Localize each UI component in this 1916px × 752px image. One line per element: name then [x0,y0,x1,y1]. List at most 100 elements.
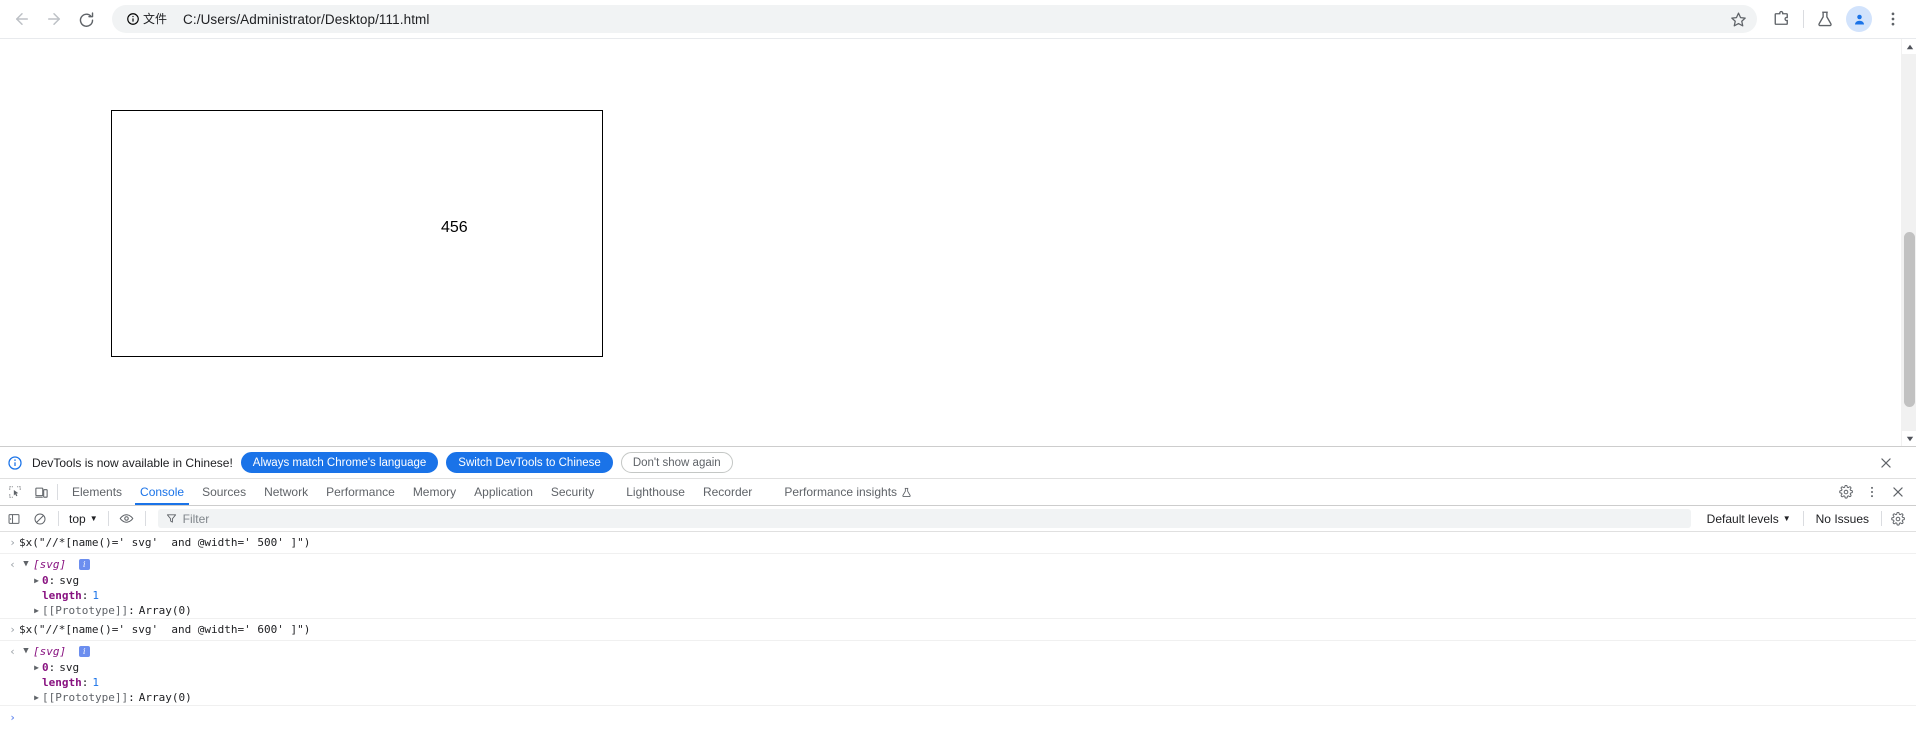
result-label: [svg] [33,558,67,571]
tab-application[interactable]: Application [465,479,542,505]
tab-network[interactable]: Network [255,479,317,505]
property-colon: : [128,604,135,617]
property-colon: : [81,589,89,602]
context-label: top [69,511,86,526]
result-label: [svg] [33,645,67,658]
tab-memory[interactable]: Memory [404,479,465,505]
toolbar-divider [1803,10,1804,28]
info-badge-icon[interactable]: i [78,646,90,657]
console-command-row[interactable]: › $x("//*[name()=' svg' and @width=' 500… [0,532,1916,554]
page-viewport: 456 [0,39,1901,446]
toolbar-divider [144,511,146,526]
scroll-up-button[interactable] [1902,39,1916,54]
property-key: [[Prototype]] [42,604,129,617]
devtools-tab-bar: Elements Console Sources Network Perform… [0,479,1916,506]
extensions-button[interactable] [1765,2,1799,36]
levels-label: Default levels [1706,511,1779,526]
tab-label: Console [140,485,185,499]
close-notice-button[interactable] [1874,451,1898,475]
triangle-up-icon [1906,44,1913,49]
property-key: 0 [42,661,49,674]
address-bar[interactable]: 文件 C:/Users/Administrator/Desktop/111.ht… [112,5,1757,33]
tabbar-divider [57,484,58,500]
console-property-row[interactable]: ▶ [[Prototype]] : Array(0) [0,603,1916,618]
close-devtools-button[interactable] [1886,480,1910,504]
console-sidebar-button[interactable] [2,508,26,530]
info-circle-icon [6,454,24,472]
prompt-arrow-icon: › [9,711,16,724]
console-filter-input[interactable]: Filter [157,509,1691,528]
expand-toggle-icon[interactable]: ▶ [31,660,42,675]
toolbar-divider [107,511,109,526]
close-icon [1881,457,1891,468]
device-toolbar-icon [34,487,48,498]
expand-toggle-icon[interactable]: ▶ [31,603,42,618]
live-expression-icon [119,514,134,523]
log-levels-selector[interactable]: Default levels ▼ [1699,512,1799,526]
tab-performance-insights[interactable]: Performance insights [775,479,921,505]
console-property-row[interactable]: ▶ [[Prototype]] : Array(0) [0,690,1916,705]
live-expression-button[interactable] [115,508,139,530]
console-settings-button[interactable] [1886,508,1910,530]
console-toolbar: top ▼ Filter Default levels ▼ No Issues [0,506,1916,532]
toolbar-divider [58,511,59,526]
property-colon: : [81,676,89,689]
always-match-language-button[interactable]: Always match Chrome's language [240,452,439,473]
tab-label: Lighthouse [626,485,685,499]
devtools-panel: DevTools is now available in Chinese! Al… [0,446,1916,752]
scrollbar-track[interactable] [1902,54,1916,431]
inspect-element-button[interactable] [2,479,28,505]
profile-avatar-icon [1854,14,1864,24]
tab-performance[interactable]: Performance [317,479,404,505]
page-scrollbar[interactable] [1901,39,1916,446]
execution-context-selector[interactable]: top ▼ [65,509,102,529]
property-value: Array(0) [138,604,192,617]
console-prompt[interactable]: › [0,706,1916,729]
tab-elements[interactable]: Elements [63,479,131,505]
console-entry: › $x("//*[name()=' svg' and @width=' 600… [0,619,1916,706]
issues-label: No Issues [1815,511,1869,526]
console-property-row[interactable]: ▶ 0 : svg [0,573,1916,588]
inspect-element-icon [9,486,21,498]
expand-toggle-icon[interactable]: ▼ [19,557,33,572]
property-colon: : [48,574,56,587]
switch-to-chinese-button[interactable]: Switch DevTools to Chinese [446,452,613,473]
filter-icon [166,514,176,523]
console-property-row[interactable]: ▶ 0 : svg [0,660,1916,675]
expand-toggle-icon[interactable]: ▼ [19,644,33,659]
scrollbar-thumb[interactable] [1904,232,1915,407]
scroll-down-button[interactable] [1902,431,1916,446]
expand-toggle-icon[interactable]: ▶ [31,573,42,588]
site-info-chip[interactable]: 文件 [122,8,175,30]
svg-element-box: 456 [111,110,603,357]
chevron-down-icon: ▼ [89,514,98,523]
browser-toolbar: 文件 C:/Users/Administrator/Desktop/111.ht… [0,0,1916,39]
dont-show-again-button[interactable]: Don't show again [620,452,733,473]
reload-button[interactable] [70,3,102,35]
info-circle-icon [127,13,139,25]
issues-counter[interactable]: No Issues [1808,512,1877,526]
console-entry: › $x("//*[name()=' svg' and @width=' 500… [0,532,1916,619]
devtools-settings-button[interactable] [1834,480,1858,504]
tab-label: Performance insights [784,485,898,499]
tab-console[interactable]: Console [131,479,193,505]
back-button[interactable] [6,3,38,35]
info-badge-icon[interactable]: i [78,559,90,570]
experiments-button[interactable] [1808,2,1842,36]
forward-button[interactable] [38,3,70,35]
console-command-row[interactable]: › $x("//*[name()=' svg' and @width=' 600… [0,619,1916,641]
tab-security[interactable]: Security [542,479,603,505]
devtools-more-options-button[interactable] [1860,480,1884,504]
tab-sources[interactable]: Sources [193,479,255,505]
tab-recorder[interactable]: Recorder [694,479,761,505]
bookmark-star-button[interactable] [1725,6,1751,32]
device-toolbar-button[interactable] [28,479,54,505]
expand-toggle-icon[interactable]: ▶ [31,690,42,705]
chrome-menu-button[interactable] [1876,2,1910,36]
chevron-down-icon: ▼ [1782,514,1791,523]
tab-lighthouse[interactable]: Lighthouse [617,479,694,505]
clear-console-button[interactable] [28,508,52,530]
flask-icon [1818,11,1832,27]
profile-button[interactable] [1842,2,1876,36]
console-output[interactable]: › $x("//*[name()=' svg' and @width=' 500… [0,532,1916,752]
